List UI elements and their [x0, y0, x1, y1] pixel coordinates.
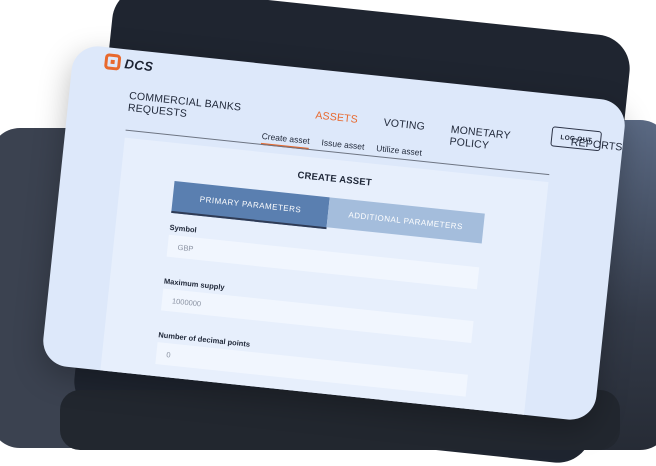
nav-item-monetary-policy[interactable]: MONETARY POLICY [449, 124, 546, 158]
nav-item-commercial-banks-requests[interactable]: COMMERCIAL BANKS REQUESTS [127, 90, 290, 131]
app-logo[interactable]: DCS [103, 53, 155, 74]
app-screen: DCS COMMERCIAL BANKS REQUESTS ASSETS VOT… [40, 43, 628, 423]
nav-item-assets[interactable]: ASSETS [314, 109, 359, 137]
tab-primary-parameters[interactable]: PRIMARY PARAMETERS [171, 181, 330, 230]
logo-text: DCS [123, 55, 155, 74]
dcs-logo-icon [103, 53, 122, 71]
symbol-label: Symbol [169, 222, 198, 235]
nav-item-voting[interactable]: VOTING [382, 117, 425, 145]
tab-additional-parameters[interactable]: ADDITIONAL PARAMETERS [326, 197, 485, 244]
